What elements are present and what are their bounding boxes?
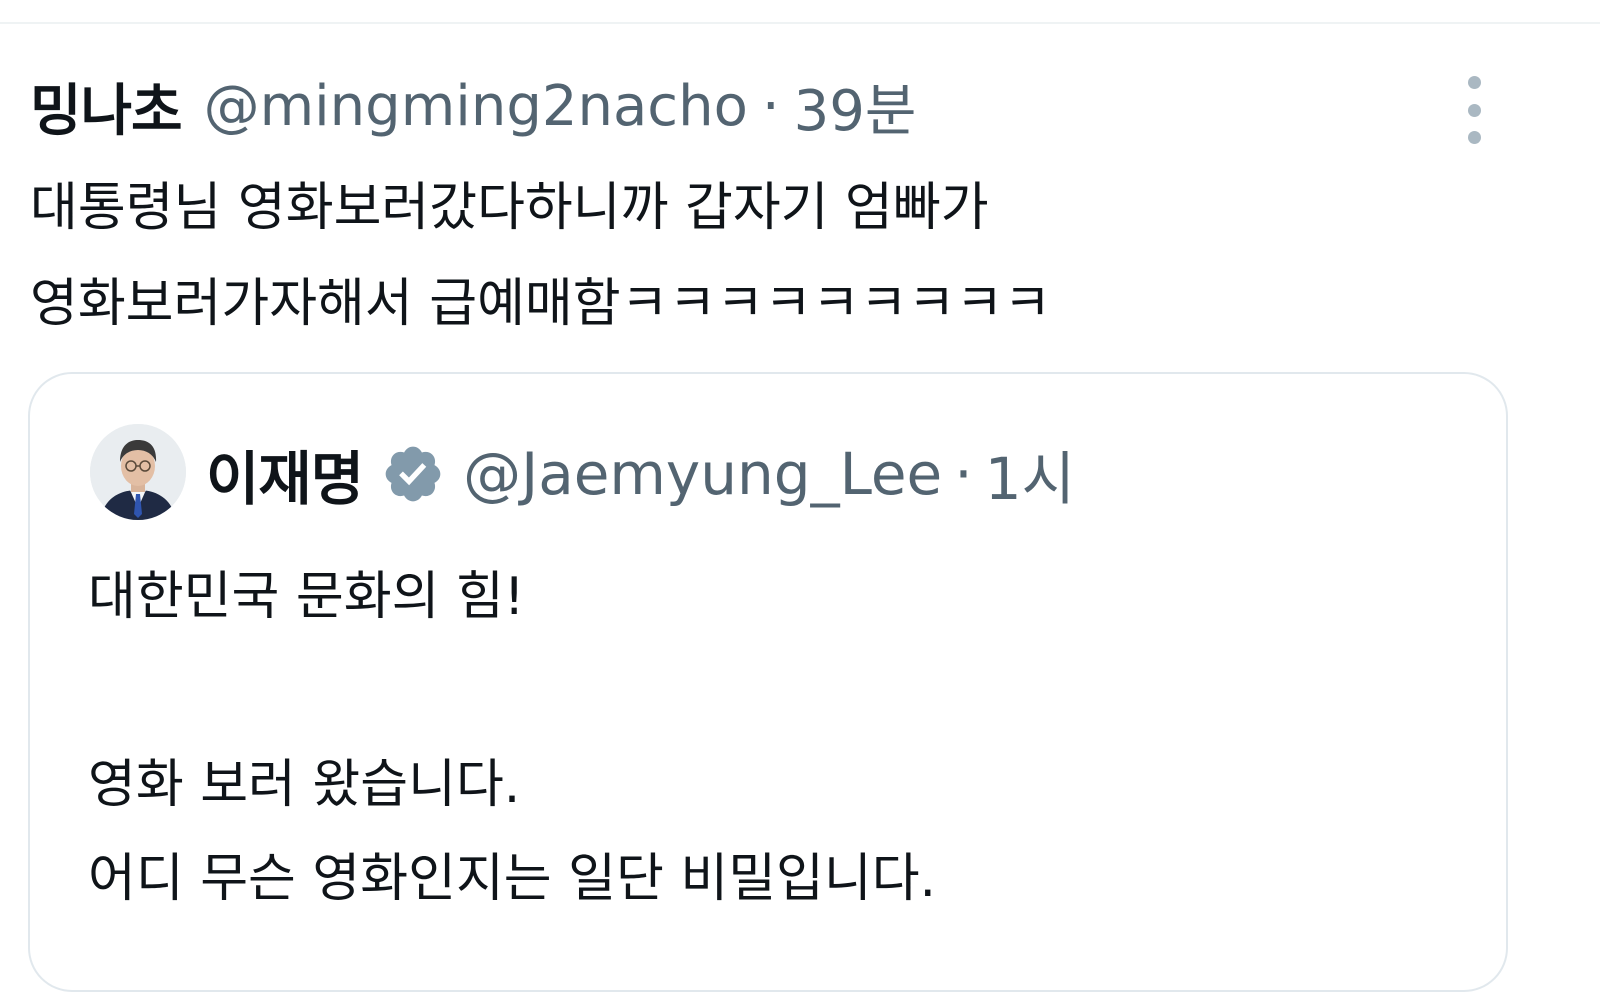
header-separator: · [761,73,780,139]
tweet-text: 대통령님 영화보러갔다하니까 갑자기 엄빠가 영화보러가자해서 급예매함ㅋㅋㅋㅋ… [30,160,1510,352]
more-vertical-icon-dot [1467,131,1481,144]
quoted-text-line: 영화 보러 왔습니다. [88,755,521,815]
tweet-text-line: 대통령님 영화보러갔다하니까 갑자기 엄빠가 [30,178,989,238]
quoted-header-separator: · [954,440,973,508]
more-options-button[interactable] [1454,76,1494,144]
more-vertical-icon [1467,76,1481,89]
author-display-name[interactable]: 밍나초 [30,66,183,147]
tweet-text-line: 영화보러가자해서 급예매함ㅋㅋㅋㅋㅋㅋㅋㅋㅋ [30,274,1052,334]
quoted-text-blank-line [88,644,1468,738]
quoted-author-display-name[interactable]: 이재명 [206,432,364,516]
quoted-author-handle[interactable]: @Jaemyung_Lee [463,440,942,508]
verified-badge-icon [385,446,441,502]
quoted-text-line: 대한민국 문화의 힘! [88,567,525,627]
avatar[interactable] [90,424,186,520]
tweet[interactable]: 밍나초 @mingming2nacho · 39분 대통령님 영화보러갔다하니까… [0,0,1600,992]
author-handle[interactable]: @mingming2nacho [204,74,748,139]
tweet-timestamp[interactable]: 39분 [794,66,917,147]
quoted-tweet-timestamp[interactable]: 1시 [985,432,1075,516]
more-vertical-icon-dot [1467,103,1481,117]
avatar-image [90,424,186,520]
tweet-header: 밍나초 @mingming2nacho · 39분 [30,66,916,146]
quoted-text-line: 어디 무슨 영화인지는 일단 비밀입니다. [88,849,937,909]
quoted-tweet-card[interactable]: 이재명 @Jaemyung_Lee · 1시 대한민국 문화의 힘! 영화 보러… [28,372,1508,992]
quoted-tweet-header: 이재명 @Jaemyung_Lee · 1시 [206,434,1075,514]
quoted-tweet-text: 대한민국 문화의 힘! 영화 보러 왔습니다. 어디 무슨 영화인지는 일단 비… [88,550,1468,926]
